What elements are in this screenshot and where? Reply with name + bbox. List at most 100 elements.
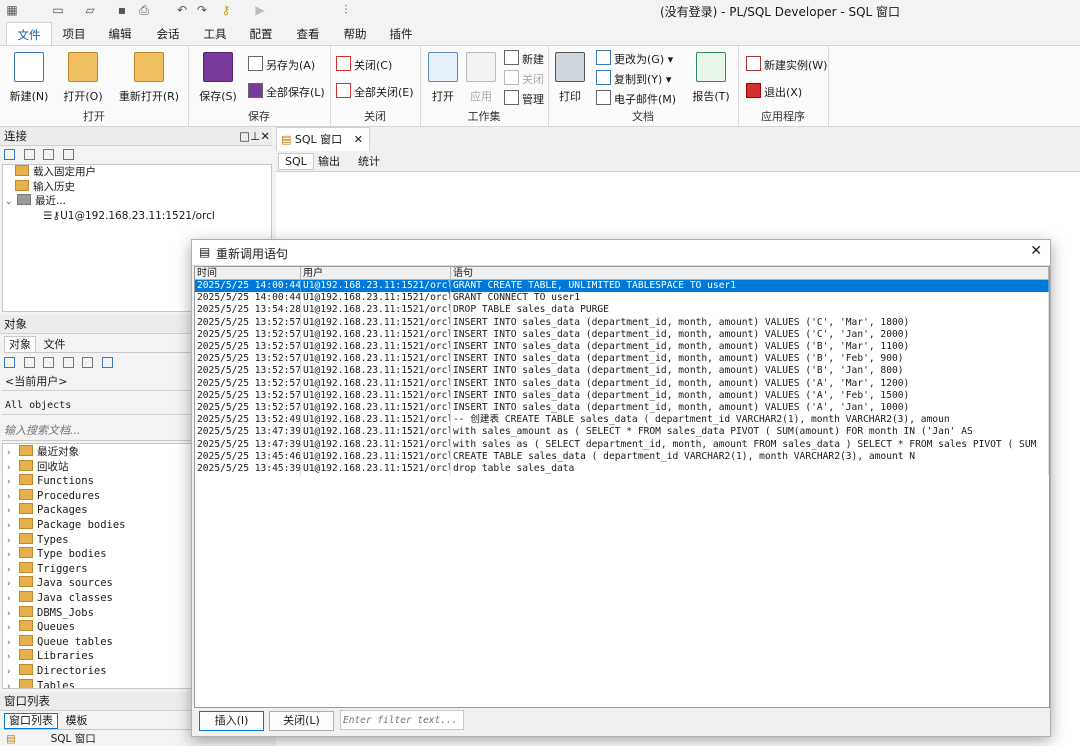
save-all-button[interactable]: 全部保存(L) — [248, 83, 325, 101]
table-row[interactable]: 2025/5/25 14:00:44 U1@192.168.23.11:1521/… — [195, 292, 1049, 305]
subtab-output[interactable]: 输出 — [318, 154, 340, 169]
tab-tools[interactable]: 工具 — [197, 22, 233, 44]
chevron-right-icon[interactable]: › — [7, 621, 17, 636]
filter-input[interactable] — [340, 710, 464, 730]
column-header-user[interactable]: 用户 — [301, 267, 451, 280]
table-row[interactable]: 2025/5/25 13:45:46 U1@192.168.23.11:1521/… — [195, 450, 1049, 463]
chevron-right-icon[interactable]: › — [7, 650, 17, 665]
chevron-right-icon[interactable]: › — [7, 504, 17, 519]
close-all-button[interactable]: 全部关闭(E) — [336, 83, 414, 101]
table-row[interactable]: 2025/5/25 13:52:57 U1@192.168.23.11:1521/… — [195, 377, 1049, 390]
email-button[interactable]: 电子邮件(M) — [596, 90, 676, 108]
tab-file[interactable]: 文件 — [6, 22, 52, 45]
maximize-icon[interactable]: □ — [239, 127, 250, 145]
table-row[interactable]: 2025/5/25 13:52:57 U1@192.168.23.11:1521/… — [195, 402, 1049, 415]
cell-user: U1@192.168.23.11:1521/orcl — [303, 414, 451, 427]
table-row[interactable]: 2025/5/25 13:52:57 U1@192.168.23.11:1521/… — [195, 353, 1049, 366]
chevron-right-icon[interactable]: › — [7, 519, 17, 534]
tab-sql-window[interactable]: ▤ SQL 窗口 ✕ — [276, 127, 370, 151]
tab-files[interactable]: 文件 — [40, 337, 70, 352]
new-button[interactable]: 新建(N) — [6, 52, 52, 104]
print-button[interactable]: 打印 — [552, 52, 588, 104]
tab-plugins[interactable]: 插件 — [383, 22, 419, 44]
chevron-right-icon[interactable]: › — [7, 461, 17, 476]
connect-icon[interactable] — [62, 149, 74, 160]
table-row[interactable]: 2025/5/25 14:00:44 U1@192.168.23.11:1521/… — [195, 280, 1049, 293]
workset-close-button[interactable]: 关闭 — [504, 70, 544, 88]
tree-item[interactable]: 载入固定用户 — [3, 165, 271, 180]
tab-help[interactable]: 帮助 — [337, 22, 373, 44]
workset-open-button[interactable]: 打开 — [426, 52, 460, 104]
column-header-time[interactable]: 时间 — [195, 267, 301, 280]
tab-session[interactable]: 会话 — [150, 22, 186, 44]
table-row[interactable]: 2025/5/25 13:47:39 U1@192.168.23.11:1521/… — [195, 438, 1049, 451]
exit-button[interactable]: 退出(X) — [746, 83, 802, 101]
tab-objects[interactable]: 对象 — [4, 336, 36, 352]
refresh-icon[interactable] — [4, 149, 15, 160]
table-row[interactable]: 2025/5/25 13:54:28 U1@192.168.23.11:1521/… — [195, 304, 1049, 317]
tree-item[interactable]: ☰⚷U1@192.168.23.11:1521/orcl — [3, 209, 271, 224]
workset-new-button[interactable]: 新建 — [504, 50, 544, 68]
table-row[interactable]: 2025/5/25 13:47:39 U1@192.168.23.11:1521/… — [195, 426, 1049, 439]
chevron-right-icon[interactable]: › — [7, 577, 17, 592]
workset-manage-button[interactable]: 管理 — [504, 90, 544, 108]
subtab-statistics[interactable]: 统计 — [358, 154, 380, 169]
report-button[interactable]: 报告(T) — [688, 52, 734, 104]
tab-config[interactable]: 配置 — [243, 22, 279, 44]
chevron-right-icon[interactable]: › — [7, 475, 17, 490]
table-row[interactable]: 2025/5/25 13:52:57 U1@192.168.23.11:1521/… — [195, 389, 1049, 402]
connect-icon[interactable] — [101, 357, 113, 368]
cell-user: U1@192.168.23.11:1521/orcl — [303, 389, 451, 402]
tab-window-list[interactable]: 窗口列表 — [4, 713, 58, 729]
close-icon[interactable]: ✕ — [260, 127, 270, 145]
table-row[interactable]: 2025/5/25 13:52:57 U1@192.168.23.11:1521/… — [195, 365, 1049, 378]
chevron-right-icon[interactable]: › — [7, 446, 17, 461]
tree-item[interactable]: 输入历史 — [3, 179, 271, 195]
find-icon[interactable] — [62, 357, 74, 368]
save-as-button[interactable]: 另存为(A) — [248, 56, 315, 74]
chevron-right-icon[interactable]: › — [7, 563, 17, 578]
close-button[interactable]: 关闭(L) — [269, 711, 334, 731]
chevron-right-icon[interactable]: › — [7, 534, 17, 549]
tab-view[interactable]: 查看 — [290, 22, 326, 44]
expand-icon[interactable] — [23, 357, 35, 368]
collapse-icon[interactable] — [43, 149, 54, 160]
table-row[interactable]: 2025/5/25 13:52:57 U1@192.168.23.11:1521/… — [195, 328, 1049, 341]
filter-icon[interactable] — [82, 357, 93, 368]
table-row[interactable]: 2025/5/25 13:52:57 U1@192.168.23.11:1521/… — [195, 341, 1049, 354]
tab-templates[interactable]: 模板 — [62, 713, 92, 728]
subtab-sql[interactable]: SQL — [278, 153, 314, 170]
chevron-right-icon[interactable]: › — [7, 592, 17, 607]
chevron-right-icon[interactable]: › — [7, 665, 17, 680]
chevron-right-icon[interactable]: › — [7, 548, 17, 563]
chevron-right-icon[interactable]: › — [7, 636, 17, 651]
cell-time: 2025/5/25 13:52:57 — [197, 389, 301, 402]
insert-button[interactable]: 插入(I) — [199, 711, 264, 731]
new-instance-button[interactable]: 新建实例(W) — [746, 56, 827, 74]
table-row[interactable]: 2025/5/25 13:52:49 U1@192.168.23.11:1521/… — [195, 414, 1049, 427]
close-tab-icon[interactable]: ✕ — [354, 128, 363, 152]
open-button[interactable]: 打开(O) — [60, 52, 106, 104]
change-to-button[interactable]: 更改为(G) ▾ — [596, 50, 673, 68]
chevron-right-icon[interactable]: › — [7, 607, 17, 622]
window-list-item[interactable]: ▤ SQL 窗口 — [6, 733, 96, 746]
table-row[interactable]: 2025/5/25 13:52:57 U1@192.168.23.11:1521/… — [195, 316, 1049, 329]
column-header-statement[interactable]: 语句 — [451, 267, 1049, 280]
tab-edit[interactable]: 编辑 — [102, 22, 138, 44]
save-as-icon — [248, 56, 263, 71]
expand-icon[interactable] — [23, 149, 35, 160]
workset-apply-button[interactable]: 应用 — [464, 52, 498, 104]
tab-project[interactable]: 项目 — [56, 22, 92, 44]
reopen-button[interactable]: 重新打开(R) — [116, 52, 182, 104]
close-icon[interactable]: ✕ — [1030, 243, 1042, 259]
collapse-icon[interactable] — [43, 357, 54, 368]
save-button[interactable]: 保存(S) — [196, 52, 240, 104]
chevron-right-icon[interactable]: › — [7, 680, 17, 689]
tree-item[interactable]: ⌄ 最近... — [3, 194, 271, 209]
table-row[interactable]: 2025/5/25 13:45:39 U1@192.168.23.11:1521/… — [195, 463, 1049, 476]
pin-icon[interactable]: ⊥ — [250, 127, 260, 145]
refresh-icon[interactable] — [4, 357, 15, 368]
copy-to-button[interactable]: 复制到(Y) ▾ — [596, 70, 671, 88]
chevron-right-icon[interactable]: › — [7, 490, 17, 505]
close-button[interactable]: 关闭(C) — [336, 56, 392, 74]
